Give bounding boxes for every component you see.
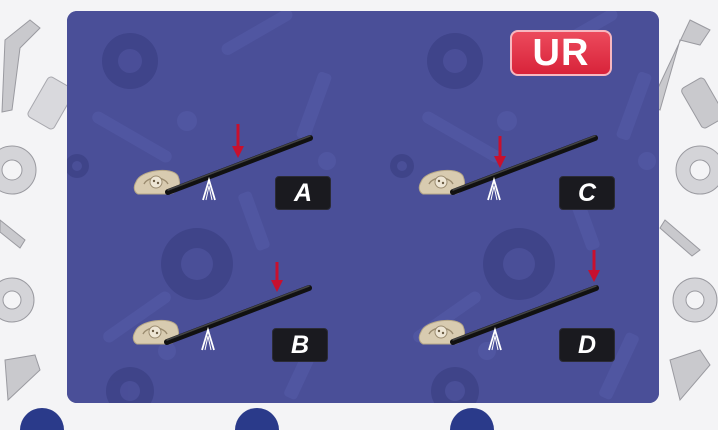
fulcrum-icon [202, 179, 216, 201]
force-arrow-icon [232, 124, 244, 158]
fulcrum-icon [487, 179, 501, 201]
force-arrow-icon [588, 250, 600, 282]
force-arrow-icon [494, 136, 506, 168]
fulcrum-icon [201, 329, 215, 351]
option-a-button[interactable]: A [275, 176, 331, 210]
option-b-button[interactable]: B [272, 328, 328, 362]
ur-badge: UR [510, 30, 612, 76]
force-arrow-icon [271, 262, 283, 292]
option-d-button[interactable]: D [559, 328, 615, 362]
option-c-button[interactable]: C [559, 176, 615, 210]
fulcrum-icon [488, 329, 502, 351]
